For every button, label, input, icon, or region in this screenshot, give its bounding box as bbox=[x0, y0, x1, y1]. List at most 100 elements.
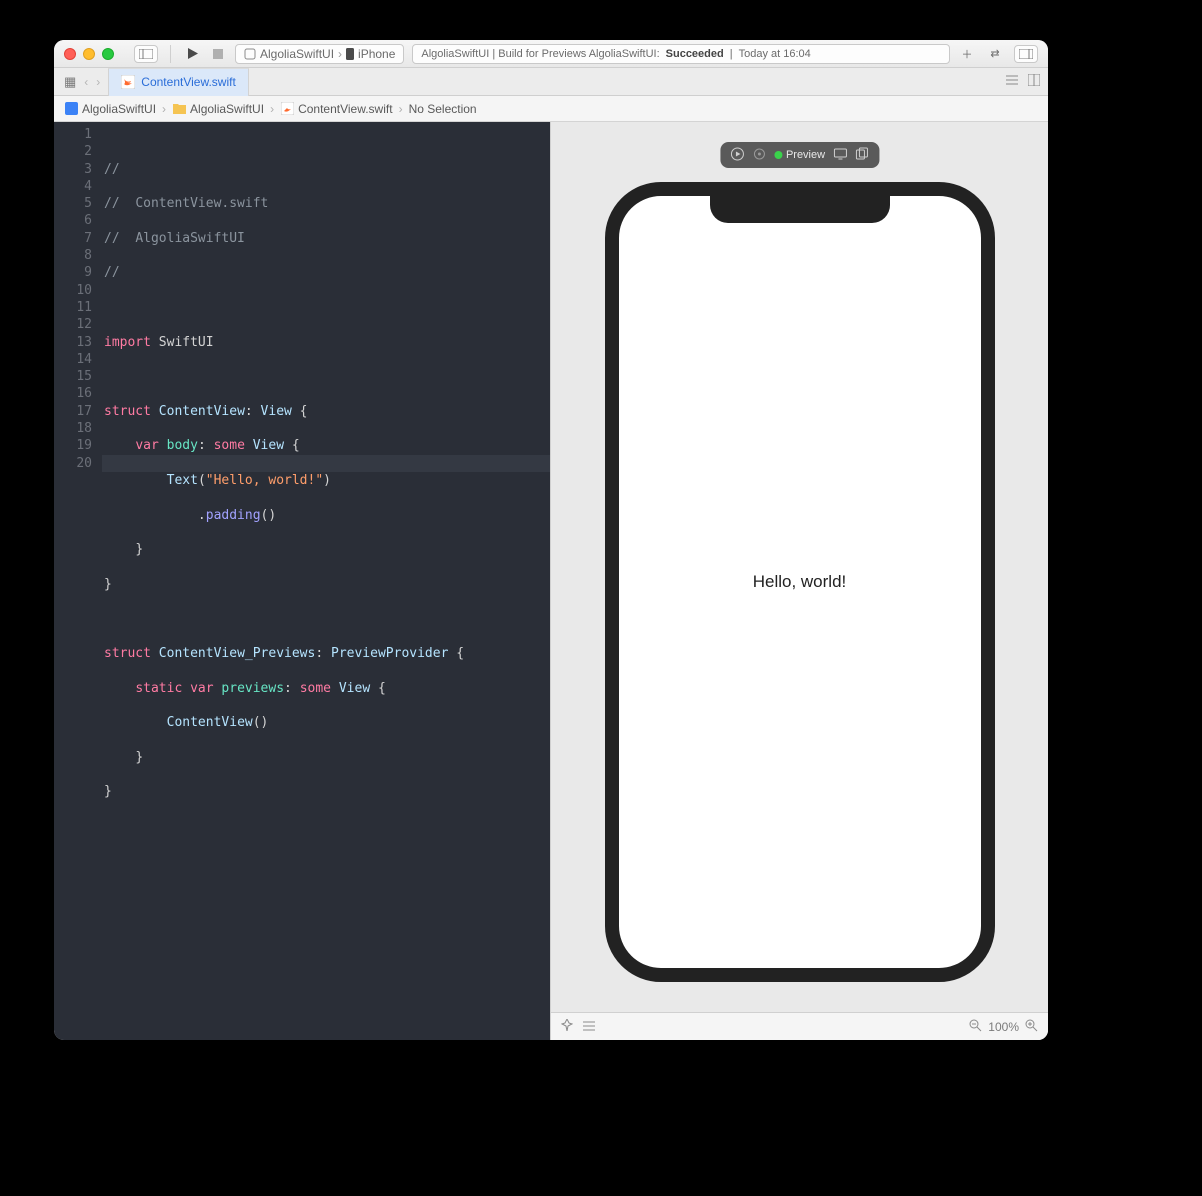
tab-bar: ▦ ‹ › ContentView.swift bbox=[54, 68, 1048, 96]
chevron-right-icon: › bbox=[338, 47, 342, 61]
close-window-button[interactable] bbox=[64, 48, 76, 60]
ln: 1 bbox=[54, 126, 92, 143]
ln: 7 bbox=[54, 230, 92, 247]
device-settings-button[interactable] bbox=[833, 148, 847, 163]
ln: 8 bbox=[54, 247, 92, 264]
bc-selection[interactable]: No Selection bbox=[409, 102, 477, 116]
tok: "Hello, world!" bbox=[206, 473, 323, 488]
ln: 15 bbox=[54, 368, 92, 385]
zoom-window-button[interactable] bbox=[102, 48, 114, 60]
tok: struct bbox=[104, 646, 151, 661]
preview-status[interactable]: Preview bbox=[774, 149, 825, 161]
target-icon bbox=[752, 147, 766, 161]
play-circle-icon bbox=[730, 147, 744, 161]
tok: View bbox=[339, 681, 370, 696]
canvas-preview: Preview Hello, world! bbox=[550, 122, 1048, 1040]
tok: padding bbox=[206, 508, 261, 523]
ln: 20 bbox=[54, 455, 92, 472]
tok: body bbox=[167, 438, 198, 453]
toggle-navigator-button[interactable] bbox=[134, 45, 158, 63]
tok: // bbox=[104, 231, 135, 246]
tok: some bbox=[214, 438, 245, 453]
tok: import bbox=[104, 335, 151, 350]
tok: some bbox=[300, 681, 331, 696]
list-icon bbox=[1006, 74, 1018, 86]
zoom-out-button[interactable] bbox=[969, 1019, 982, 1035]
duplicate-preview-button[interactable] bbox=[855, 147, 869, 164]
ln: 19 bbox=[54, 437, 92, 454]
code-area[interactable]: // // ContentView.swift // AlgoliaSwiftU… bbox=[102, 122, 550, 1040]
status-divider: | bbox=[730, 48, 733, 60]
chevron-right-icon: › bbox=[162, 102, 166, 116]
zoom-controls: 100% bbox=[969, 1019, 1038, 1035]
preview-rendered-text: Hello, world! bbox=[753, 572, 847, 592]
tok: SwiftUI bbox=[159, 335, 214, 350]
ln: 5 bbox=[54, 195, 92, 212]
preview-label: Preview bbox=[786, 149, 825, 161]
back-button[interactable]: ‹ bbox=[84, 75, 88, 89]
preview-canvas[interactable]: Hello, world! bbox=[551, 122, 1048, 1012]
tok: // bbox=[104, 196, 135, 211]
minimap-toggle[interactable] bbox=[1006, 74, 1018, 89]
run-button[interactable] bbox=[183, 45, 201, 63]
zoom-in-icon bbox=[1025, 1019, 1038, 1032]
tok: ContentView bbox=[167, 715, 253, 730]
ln: 11 bbox=[54, 299, 92, 316]
tok: View bbox=[261, 404, 292, 419]
forward-button[interactable]: › bbox=[96, 75, 100, 89]
preview-toolbar: Preview bbox=[720, 142, 879, 168]
ln: 17 bbox=[54, 403, 92, 420]
preview-options-button[interactable] bbox=[583, 1019, 595, 1034]
add-button[interactable]: ＋ bbox=[958, 45, 976, 63]
bc-file[interactable]: ContentView.swift bbox=[298, 102, 393, 116]
plus-icon: ＋ bbox=[962, 46, 973, 62]
activity-status[interactable]: AlgoliaSwiftUI | Build for Previews Algo… bbox=[412, 44, 950, 64]
zoom-in-button[interactable] bbox=[1025, 1019, 1038, 1035]
adjust-editor-button[interactable] bbox=[1028, 74, 1040, 89]
stop-button[interactable] bbox=[209, 45, 227, 63]
swift-file-icon bbox=[280, 102, 294, 116]
tok: var bbox=[190, 681, 213, 696]
zoom-out-icon bbox=[969, 1019, 982, 1032]
ln: 9 bbox=[54, 264, 92, 281]
status-text: AlgoliaSwiftUI | Build for Previews Algo… bbox=[421, 48, 659, 60]
live-preview-button[interactable] bbox=[730, 147, 744, 164]
xcode-window: AlgoliaSwiftUI › iPhone AlgoliaSwiftUI |… bbox=[54, 40, 1048, 1040]
scheme-selector[interactable]: AlgoliaSwiftUI › iPhone bbox=[235, 44, 404, 64]
traffic-lights bbox=[64, 48, 114, 60]
display-icon bbox=[833, 148, 847, 160]
code-review-button[interactable]: ⇄ bbox=[986, 45, 1004, 63]
zoom-level[interactable]: 100% bbox=[988, 1020, 1019, 1034]
source-editor[interactable]: 1 2 3 4 5 6 7 8 9 10 11 12 13 14 15 16 1… bbox=[54, 122, 550, 1040]
tok: AlgoliaSwiftUI bbox=[135, 231, 245, 246]
stop-icon bbox=[213, 49, 223, 59]
toggle-inspector-button[interactable] bbox=[1014, 45, 1038, 63]
bc-project[interactable]: AlgoliaSwiftUI bbox=[82, 102, 156, 116]
related-items-button[interactable]: ▦ bbox=[64, 74, 76, 90]
ln: 2 bbox=[54, 143, 92, 160]
pin-icon bbox=[561, 1019, 573, 1031]
pin-preview-button[interactable] bbox=[561, 1019, 573, 1034]
tok: struct bbox=[104, 404, 151, 419]
line-gutter: 1 2 3 4 5 6 7 8 9 10 11 12 13 14 15 16 1… bbox=[54, 122, 102, 1040]
iphone-icon bbox=[346, 48, 354, 60]
jump-bar[interactable]: AlgoliaSwiftUI › AlgoliaSwiftUI › Conten… bbox=[54, 96, 1048, 122]
tab-filename: ContentView.swift bbox=[141, 75, 236, 89]
ln: 3 bbox=[54, 161, 92, 178]
tab-bar-right bbox=[1006, 74, 1040, 89]
ln: 14 bbox=[54, 351, 92, 368]
bc-folder[interactable]: AlgoliaSwiftUI bbox=[190, 102, 264, 116]
tok: var bbox=[135, 438, 158, 453]
tok: PreviewProvider bbox=[331, 646, 448, 661]
inspect-preview-button[interactable] bbox=[752, 147, 766, 164]
ln: 13 bbox=[54, 334, 92, 351]
tok: static bbox=[135, 681, 182, 696]
tab-contentview[interactable]: ContentView.swift bbox=[108, 68, 249, 96]
tok: ContentView_Previews bbox=[159, 646, 316, 661]
minimize-window-button[interactable] bbox=[83, 48, 95, 60]
chevron-right-icon: › bbox=[399, 102, 403, 116]
status-dot-icon bbox=[774, 151, 782, 159]
editor-split: 1 2 3 4 5 6 7 8 9 10 11 12 13 14 15 16 1… bbox=[54, 122, 1048, 1040]
status-result: Succeeded bbox=[666, 48, 724, 60]
tok: // bbox=[104, 162, 120, 177]
